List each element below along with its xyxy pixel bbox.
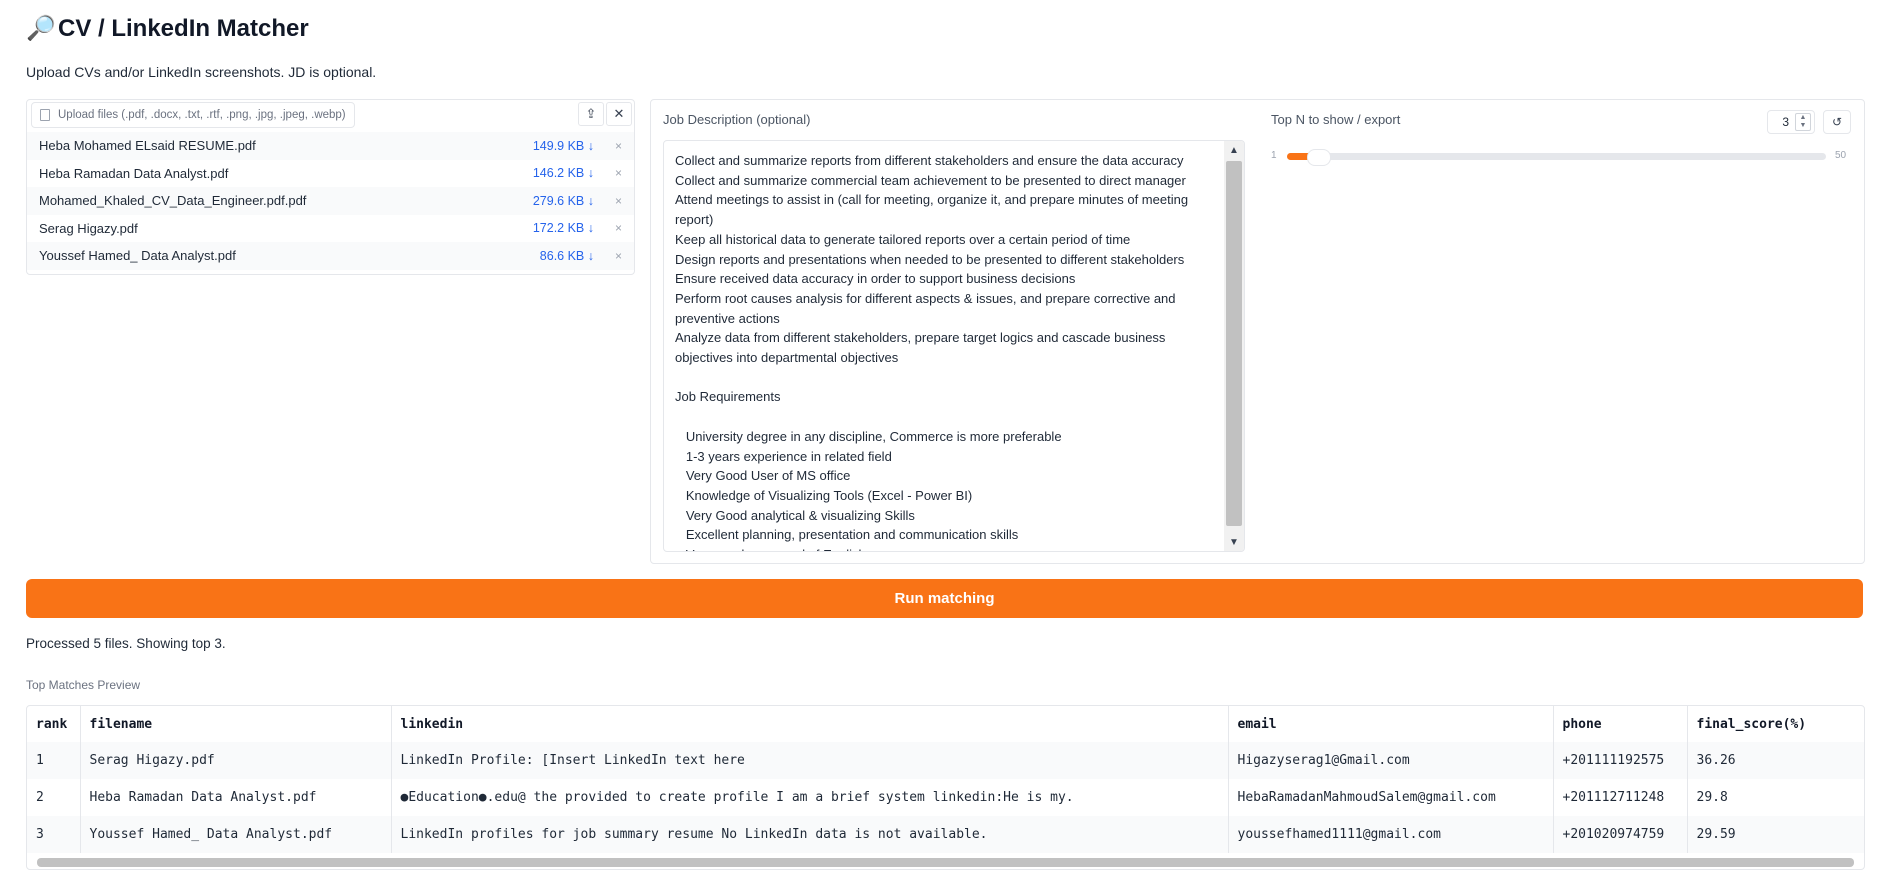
reset-icon[interactable]: ↺ (1823, 110, 1851, 134)
vertical-scrollbar[interactable]: ▲ ▼ (1224, 141, 1244, 551)
uploaded-file-list: Heba Mohamed ELsaid RESUME.pdf 149.9 KB … (27, 132, 634, 270)
job-description-label: Job Description (optional) (663, 112, 811, 127)
magnifier-icon: 🔎 (26, 15, 56, 42)
file-name: Heba Mohamed ELsaid RESUME.pdf (39, 138, 256, 154)
file-download-link[interactable]: 146.2 KB ↓ (474, 166, 594, 180)
file-name: Serag Higazy.pdf (39, 220, 138, 236)
upload-label-chip: Upload files (.pdf, .docx, .txt, .rtf, .… (31, 102, 355, 128)
file-icon (40, 109, 50, 121)
job-description-panel: Job Description (optional) Collect and s… (650, 99, 1865, 564)
table-cell[interactable]: ●Education●.edu@ the provided to create … (391, 779, 1229, 816)
run-matching-button[interactable]: Run matching (26, 579, 1863, 618)
table-cell[interactable]: 36.26 (1687, 742, 1864, 779)
remove-file-icon[interactable]: × (594, 221, 622, 235)
table-cell[interactable]: HebaRamadanMahmoudSalem@gmail.com (1228, 779, 1554, 816)
scroll-up-icon[interactable]: ▲ (1224, 141, 1244, 159)
column-header[interactable]: email (1228, 706, 1554, 742)
upload-label: Upload files (.pdf, .docx, .txt, .rtf, .… (58, 109, 346, 121)
file-upload-panel[interactable]: Upload files (.pdf, .docx, .txt, .rtf, .… (26, 99, 635, 275)
top-n-number-input[interactable]: 3 ▲ ▼ (1767, 110, 1815, 134)
table-cell[interactable]: Higazyserag1@Gmail.com (1228, 742, 1554, 779)
remove-file-icon[interactable]: × (594, 249, 622, 263)
app-subtitle: Upload CVs and/or LinkedIn screenshots. … (26, 64, 377, 80)
file-row: Mohamed_Khaled_CV_Data_Engineer.pdf.pdf … (27, 187, 634, 215)
slider-min-label: 1 (1271, 150, 1277, 161)
clear-files-close-icon[interactable]: ✕ (606, 102, 632, 126)
file-name: Heba Ramadan Data Analyst.pdf (39, 165, 229, 181)
file-row: Heba Ramadan Data Analyst.pdf 146.2 KB ↓… (27, 160, 634, 188)
remove-file-icon[interactable]: × (594, 194, 622, 208)
table-cell[interactable]: Youssef Hamed_ Data Analyst.pdf (80, 816, 392, 853)
horizontal-scrollbar[interactable] (37, 858, 1854, 867)
spinner-arrows-icon[interactable]: ▲ ▼ (1795, 113, 1811, 131)
file-row: Heba Mohamed ELsaid RESUME.pdf 149.9 KB … (27, 132, 634, 160)
column-header[interactable]: final_score(%) (1687, 706, 1864, 742)
top-n-label: Top N to show / export (1271, 112, 1401, 127)
column-header[interactable]: filename (80, 706, 392, 742)
job-description-text[interactable]: Collect and summarize reports from diffe… (675, 151, 1216, 551)
table-cell[interactable]: LinkedIn profiles for job summary resume… (391, 816, 1229, 853)
column-header[interactable]: linkedin (391, 706, 1229, 742)
file-row: Serag Higazy.pdf 172.2 KB ↓ × (27, 215, 634, 243)
table-cell[interactable]: 29.59 (1687, 816, 1864, 853)
table-row: 2 Heba Ramadan Data Analyst.pdf ●Educati… (27, 779, 1864, 816)
table-cell[interactable]: 29.8 (1687, 779, 1864, 816)
upload-icon[interactable]: ⇪ (578, 102, 604, 126)
table-cell[interactable]: 3 (27, 816, 81, 853)
page-title: 🔎 CV / LinkedIn Matcher (26, 14, 309, 43)
scroll-down-icon[interactable]: ▼ (1224, 533, 1244, 551)
file-download-link[interactable]: 86.6 KB ↓ (474, 249, 594, 263)
file-download-link[interactable]: 149.9 KB ↓ (474, 139, 594, 153)
file-download-link[interactable]: 172.2 KB ↓ (474, 221, 594, 235)
table-row: 1 Serag Higazy.pdf LinkedIn Profile: [In… (27, 742, 1864, 779)
column-header[interactable]: phone (1553, 706, 1688, 742)
top-n-value[interactable]: 3 (1768, 115, 1795, 129)
remove-file-icon[interactable]: × (594, 166, 622, 180)
table-cell[interactable]: +201020974759 (1553, 816, 1688, 853)
table-cell[interactable]: 2 (27, 779, 81, 816)
app-title: CV / LinkedIn Matcher (58, 14, 309, 42)
table-cell[interactable]: Serag Higazy.pdf (80, 742, 392, 779)
table-cell[interactable]: LinkedIn Profile: [Insert LinkedIn text … (391, 742, 1229, 779)
table-row: 3 Youssef Hamed_ Data Analyst.pdf Linked… (27, 816, 1864, 853)
table-header-row: rank filename linkedin email phone final… (27, 706, 1864, 742)
top-matches-table: rank filename linkedin email phone final… (26, 705, 1865, 870)
file-row: Youssef Hamed_ Data Analyst.pdf 86.6 KB … (27, 242, 634, 270)
top-n-slider[interactable] (1287, 149, 1826, 166)
table-cell[interactable]: youssefhamed1111@gmail.com (1228, 816, 1554, 853)
slider-thumb[interactable] (1306, 149, 1331, 166)
table-cell[interactable]: +201112711248 (1553, 779, 1688, 816)
column-header[interactable]: rank (27, 706, 81, 742)
status-message: Processed 5 files. Showing top 3. (26, 636, 226, 651)
table-cell[interactable]: +201111192575 (1553, 742, 1688, 779)
scrollbar-thumb[interactable] (1226, 161, 1242, 526)
remove-file-icon[interactable]: × (594, 139, 622, 153)
preview-label: Top Matches Preview (26, 678, 141, 692)
slider-max-label: 50 (1835, 150, 1847, 161)
job-description-textarea[interactable]: Collect and summarize reports from diffe… (663, 140, 1245, 552)
table-cell[interactable]: 1 (27, 742, 81, 779)
file-name: Youssef Hamed_ Data Analyst.pdf (39, 248, 236, 264)
file-name: Mohamed_Khaled_CV_Data_Engineer.pdf.pdf (39, 193, 307, 209)
file-download-link[interactable]: 279.6 KB ↓ (474, 194, 594, 208)
table-cell[interactable]: Heba Ramadan Data Analyst.pdf (80, 779, 392, 816)
